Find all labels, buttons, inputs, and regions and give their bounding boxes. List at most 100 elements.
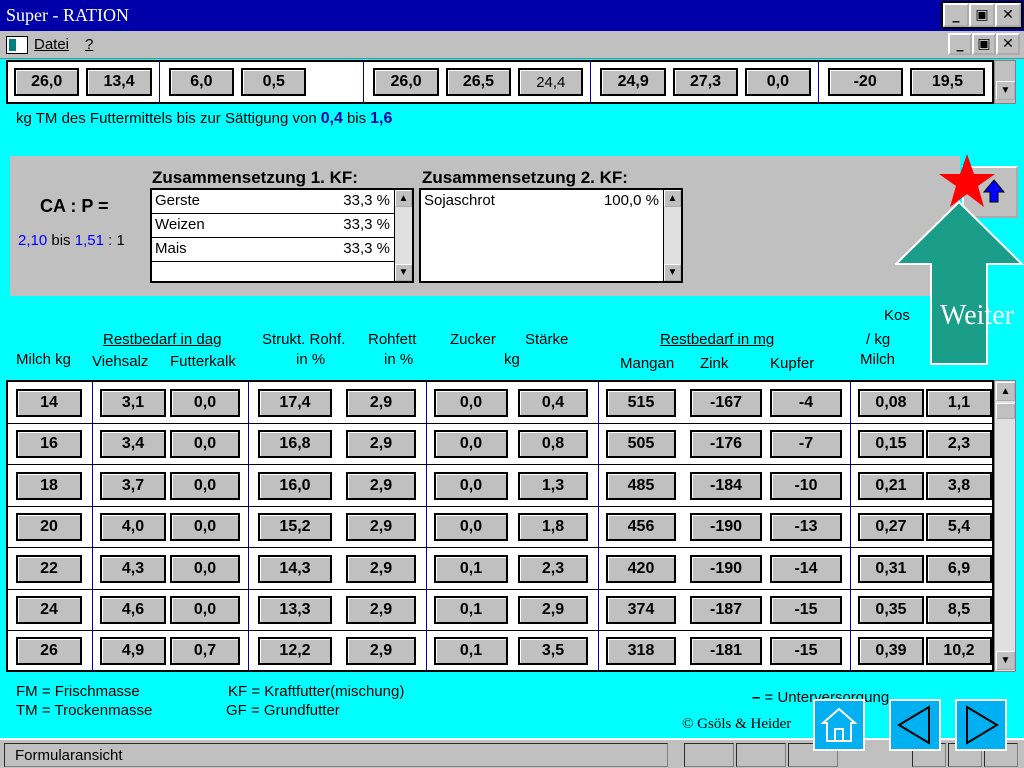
table-cell[interactable]: 1,1 bbox=[926, 389, 992, 417]
doc-close-button[interactable]: ✕ bbox=[996, 33, 1020, 55]
menu-datei[interactable]: Datei bbox=[34, 36, 69, 53]
table-cell[interactable]: -4 bbox=[770, 389, 842, 417]
scroll-down-arrow[interactable]: ▼ bbox=[664, 264, 681, 281]
table-cell[interactable]: 485 bbox=[606, 471, 676, 500]
table-cell[interactable]: 318 bbox=[606, 637, 676, 666]
table-cell[interactable]: 10,2 bbox=[926, 637, 992, 666]
table-cell[interactable]: -7 bbox=[770, 430, 842, 459]
table-cell[interactable]: 0,1 bbox=[434, 554, 508, 583]
minimize-button[interactable]: _ bbox=[943, 3, 969, 27]
table-cell[interactable]: -14 bbox=[770, 554, 842, 583]
table-cell[interactable]: 3,8 bbox=[926, 471, 992, 500]
table-cell[interactable]: -184 bbox=[690, 471, 762, 500]
value-field[interactable]: 26,0 bbox=[373, 68, 439, 96]
list-item[interactable]: Gerste 33,3 % bbox=[152, 190, 394, 214]
table-cell[interactable]: 20 bbox=[16, 513, 82, 542]
table-cell[interactable]: -13 bbox=[770, 513, 842, 542]
maximize-button[interactable]: ▣ bbox=[969, 3, 995, 27]
table-cell[interactable]: 0,1 bbox=[434, 596, 508, 624]
value-field[interactable]: 24,4 bbox=[518, 68, 584, 96]
table-cell[interactable]: 0,0 bbox=[170, 471, 240, 500]
kf2-scrollbar[interactable]: ▲ ▼ bbox=[663, 190, 681, 281]
table-cell[interactable]: 0,0 bbox=[170, 554, 240, 583]
table-cell[interactable]: 16,0 bbox=[258, 471, 332, 500]
table-cell[interactable]: 0,31 bbox=[858, 554, 924, 583]
table-cell[interactable]: 3,7 bbox=[100, 471, 166, 500]
table-cell[interactable]: 1,8 bbox=[518, 513, 588, 542]
value-field[interactable]: 6,0 bbox=[168, 68, 235, 96]
table-cell[interactable]: 0,0 bbox=[170, 389, 240, 417]
table-cell[interactable]: 0,7 bbox=[170, 637, 240, 666]
close-button[interactable]: ✕ bbox=[995, 3, 1021, 27]
form-icon[interactable] bbox=[6, 35, 28, 54]
table-cell[interactable]: 16,8 bbox=[258, 430, 332, 459]
top-scrollbar[interactable]: ▼ bbox=[994, 60, 1016, 104]
table-cell[interactable]: 4,3 bbox=[100, 554, 166, 583]
table-cell[interactable]: 24 bbox=[16, 596, 82, 624]
table-cell[interactable]: 13,3 bbox=[258, 596, 332, 624]
table-cell[interactable]: 2,9 bbox=[346, 389, 416, 417]
table-cell[interactable]: 374 bbox=[606, 596, 676, 624]
weiter-button[interactable]: Weiter bbox=[895, 200, 1024, 366]
scroll-up-arrow[interactable]: ▲ bbox=[664, 190, 681, 207]
table-cell[interactable]: -167 bbox=[690, 389, 762, 417]
scroll-down-arrow[interactable]: ▼ bbox=[996, 651, 1015, 670]
table-cell[interactable]: -176 bbox=[690, 430, 762, 459]
list-item[interactable]: Weizen 33,3 % bbox=[152, 214, 394, 238]
table-cell[interactable]: 0,4 bbox=[518, 389, 588, 417]
table-cell[interactable]: -15 bbox=[770, 637, 842, 666]
table-cell[interactable]: 2,9 bbox=[346, 554, 416, 583]
value-field[interactable]: 26,5 bbox=[445, 68, 512, 96]
table-cell[interactable]: 0,08 bbox=[858, 389, 924, 417]
table-cell[interactable]: 2,9 bbox=[346, 596, 416, 624]
table-cell[interactable]: 0,21 bbox=[858, 471, 924, 500]
table-cell[interactable]: 2,9 bbox=[346, 513, 416, 542]
table-cell[interactable]: 2,3 bbox=[518, 554, 588, 583]
table-cell[interactable]: 12,2 bbox=[258, 637, 332, 666]
value-field[interactable]: 13,4 bbox=[86, 68, 152, 96]
table-cell[interactable]: -181 bbox=[690, 637, 762, 666]
scroll-thumb[interactable] bbox=[996, 403, 1015, 419]
table-cell[interactable]: 0,27 bbox=[858, 513, 924, 542]
table-cell[interactable]: 0,0 bbox=[434, 389, 508, 417]
table-cell[interactable]: 14 bbox=[16, 389, 82, 417]
table-cell[interactable]: 0,35 bbox=[858, 596, 924, 624]
value-field[interactable]: 27,3 bbox=[672, 68, 739, 96]
table-cell[interactable]: 0,0 bbox=[434, 430, 508, 459]
value-field[interactable]: 19,5 bbox=[909, 68, 986, 96]
table-cell[interactable]: -187 bbox=[690, 596, 762, 624]
table-cell[interactable]: 0,8 bbox=[518, 430, 588, 459]
table-cell[interactable]: 420 bbox=[606, 554, 676, 583]
table-cell[interactable]: -190 bbox=[690, 554, 762, 583]
table-cell[interactable]: 18 bbox=[16, 471, 82, 500]
value-field[interactable]: -20 bbox=[827, 68, 903, 96]
table-cell[interactable]: 3,5 bbox=[518, 637, 588, 666]
table-cell[interactable]: 22 bbox=[16, 554, 82, 583]
kf1-list[interactable]: Gerste 33,3 % Weizen 33,3 % Mais 33,3 % ▲ ▼ bbox=[150, 188, 414, 283]
table-cell[interactable]: 2,9 bbox=[346, 471, 416, 500]
home-button[interactable] bbox=[813, 699, 865, 751]
value-field[interactable]: 26,0 bbox=[14, 68, 80, 96]
next-button[interactable] bbox=[955, 699, 1007, 751]
table-cell[interactable]: 3,4 bbox=[100, 430, 166, 459]
kf2-list[interactable]: Sojaschrot 100,0 % ▲ ▼ bbox=[419, 188, 683, 283]
table-cell[interactable]: 0,0 bbox=[434, 471, 508, 500]
table-cell[interactable]: 0,0 bbox=[434, 513, 508, 542]
table-cell[interactable]: 2,9 bbox=[518, 596, 588, 624]
table-cell[interactable]: 1,3 bbox=[518, 471, 588, 500]
table-cell[interactable]: 456 bbox=[606, 513, 676, 542]
table-cell[interactable]: 0,0 bbox=[170, 596, 240, 624]
menu-help[interactable]: ? bbox=[85, 36, 93, 53]
table-cell[interactable]: 17,4 bbox=[258, 389, 332, 417]
value-field[interactable]: 0,0 bbox=[745, 68, 811, 96]
scroll-down-arrow[interactable]: ▼ bbox=[996, 81, 1015, 100]
table-cell[interactable]: 515 bbox=[606, 389, 676, 417]
table-cell[interactable]: 14,3 bbox=[258, 554, 332, 583]
table-cell[interactable]: 505 bbox=[606, 430, 676, 459]
table-cell[interactable]: 0,1 bbox=[434, 637, 508, 666]
table-cell[interactable]: 4,6 bbox=[100, 596, 166, 624]
table-cell[interactable]: 15,2 bbox=[258, 513, 332, 542]
table-cell[interactable]: 3,1 bbox=[100, 389, 166, 417]
list-item[interactable]: Sojaschrot 100,0 % bbox=[421, 190, 663, 214]
value-field[interactable]: 24,9 bbox=[600, 68, 666, 96]
